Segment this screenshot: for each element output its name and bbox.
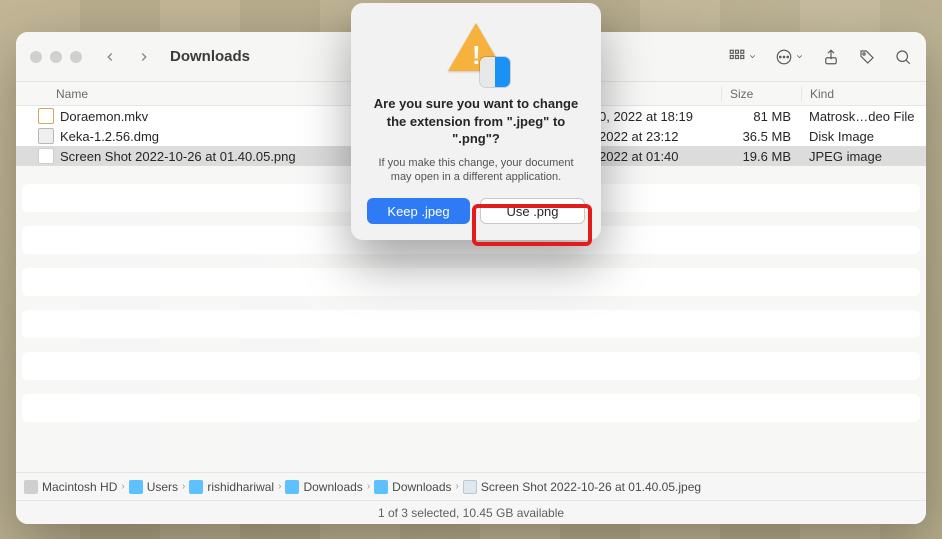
column-kind-header[interactable]: Kind <box>801 87 926 101</box>
file-kind: Matrosk…deo File <box>801 109 926 124</box>
file-icon <box>38 108 54 124</box>
folder-icon <box>129 480 143 494</box>
file-date: 2022 at 01:40 <box>591 149 721 164</box>
breadcrumb-separator: › <box>456 481 459 492</box>
breadcrumb[interactable]: Macintosh HD <box>24 480 117 494</box>
breadcrumb[interactable]: rishidhariwal <box>189 480 274 494</box>
breadcrumb[interactable]: Downloads <box>285 480 362 494</box>
file-kind: Disk Image <box>801 129 926 144</box>
keep-jpeg-button[interactable]: Keep .jpeg <box>367 198 470 224</box>
file-name: Doraemon.mkv <box>60 109 148 124</box>
forward-button[interactable] <box>132 45 156 69</box>
breadcrumb-separator: › <box>278 481 281 492</box>
zoom-window-button[interactable] <box>70 51 82 63</box>
use-png-button[interactable]: Use .png <box>480 198 585 224</box>
file-icon <box>38 128 54 144</box>
file-size: 81 MB <box>721 109 801 124</box>
breadcrumb-label: Screen Shot 2022-10-26 at 01.40.05.jpeg <box>481 480 701 494</box>
list-item <box>22 310 920 338</box>
breadcrumb-separator: › <box>182 481 185 492</box>
breadcrumb-label: Macintosh HD <box>42 480 117 494</box>
file-name: Screen Shot 2022-10-26 at 01.40.05.png <box>60 149 296 164</box>
dialog-subtitle: If you make this change, your document m… <box>367 156 585 185</box>
group-options-button[interactable] <box>775 48 804 66</box>
view-options-button[interactable] <box>728 48 757 66</box>
list-item <box>22 268 920 296</box>
breadcrumb-label: Users <box>147 480 178 494</box>
file-name: Keka-1.2.56.dmg <box>60 129 159 144</box>
extension-change-dialog: ! Are you sure you want to change the ex… <box>351 3 601 240</box>
breadcrumb[interactable]: Downloads <box>374 480 451 494</box>
breadcrumb-label: rishidhariwal <box>207 480 274 494</box>
breadcrumb-label: Downloads <box>392 480 451 494</box>
window-title: Downloads <box>170 48 250 65</box>
list-item <box>22 352 920 380</box>
breadcrumb-separator: › <box>121 481 124 492</box>
breadcrumb-label: Downloads <box>303 480 362 494</box>
list-item <box>22 394 920 422</box>
breadcrumb[interactable]: Users <box>129 480 178 494</box>
close-window-button[interactable] <box>30 51 42 63</box>
breadcrumb-separator: › <box>367 481 370 492</box>
file-size: 19.6 MB <box>721 149 801 164</box>
folder-icon <box>463 480 477 494</box>
file-size: 36.5 MB <box>721 129 801 144</box>
folder-icon <box>374 480 388 494</box>
breadcrumb[interactable]: Screen Shot 2022-10-26 at 01.40.05.jpeg <box>463 480 701 494</box>
dialog-title: Are you sure you want to change the exte… <box>367 95 585 148</box>
finder-icon <box>480 57 510 87</box>
window-controls <box>30 51 82 63</box>
column-size-header[interactable]: Size <box>721 87 801 101</box>
back-button[interactable] <box>98 45 122 69</box>
path-bar: Macintosh HD › Users › rishidhariwal › Downloa… <box>16 472 926 500</box>
file-kind: JPEG image <box>801 149 926 164</box>
folder-icon <box>285 480 299 494</box>
file-date: 0, 2022 at 18:19 <box>591 109 721 124</box>
file-icon <box>38 148 54 164</box>
folder-icon <box>24 480 38 494</box>
file-date: 2022 at 23:12 <box>591 129 721 144</box>
search-button[interactable] <box>894 48 912 66</box>
folder-icon <box>189 480 203 494</box>
minimize-window-button[interactable] <box>50 51 62 63</box>
share-button[interactable] <box>822 48 840 66</box>
warning-icon: ! <box>444 21 508 85</box>
tags-button[interactable] <box>858 48 876 66</box>
status-bar: 1 of 3 selected, 10.45 GB available <box>16 500 926 524</box>
